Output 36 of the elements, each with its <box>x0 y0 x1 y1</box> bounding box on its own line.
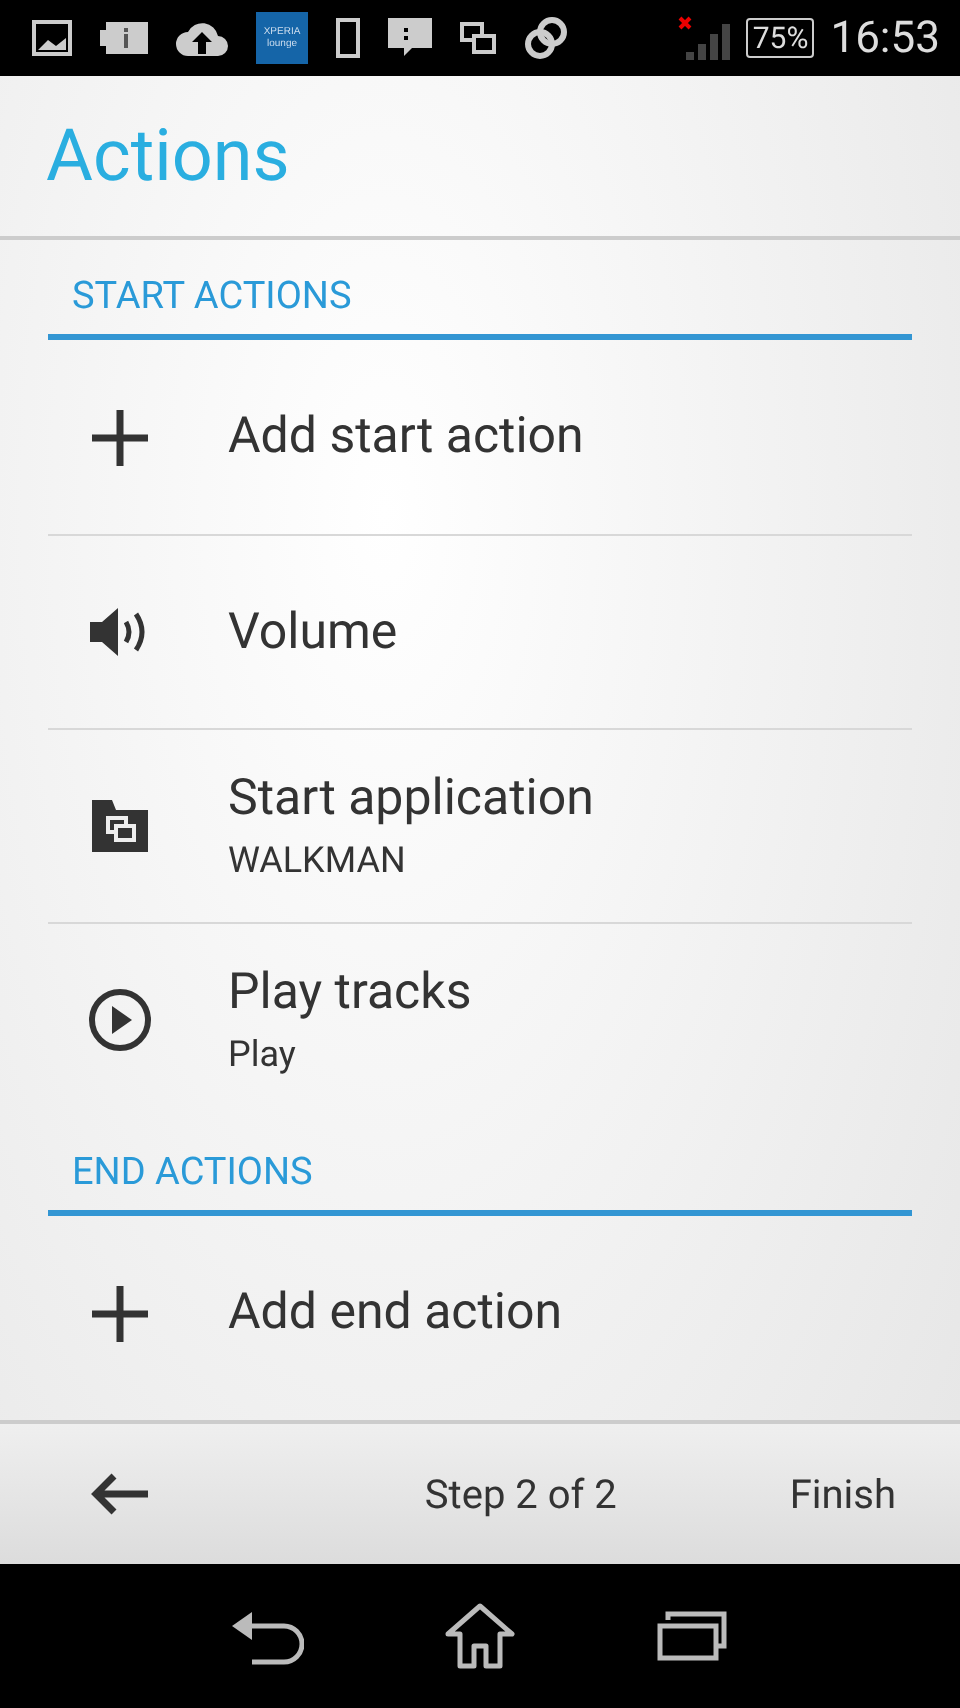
action-list-item[interactable]: Play tracks Play <box>48 924 912 1116</box>
no-signal-icon <box>678 16 735 60</box>
action-title: Start application <box>228 770 594 828</box>
section-header: END ACTIONS <box>72 1148 313 1198</box>
section-header: START ACTIONS <box>72 272 352 322</box>
home-button[interactable] <box>444 1602 516 1670</box>
action-list-item[interactable]: Add end action <box>48 1216 912 1410</box>
phone-icon <box>336 18 360 58</box>
step-indicator: Step 2 of 2 <box>422 1470 619 1518</box>
message-icon <box>388 18 432 58</box>
clock-time: 16:53 <box>830 13 940 63</box>
plus-icon <box>88 405 152 469</box>
info-battery-icon <box>100 22 148 54</box>
action-title: Play tracks <box>228 964 472 1022</box>
rings-icon <box>524 16 568 60</box>
action-list-item[interactable]: Volume <box>48 536 912 728</box>
action-title: Add end action <box>228 1284 563 1342</box>
finish-button[interactable]: Finish <box>789 1470 896 1518</box>
play-icon <box>88 988 152 1052</box>
app-window-icon <box>90 798 150 854</box>
back-button[interactable] <box>232 1606 304 1666</box>
screen-title: Actions <box>46 114 290 198</box>
action-subtitle: Play <box>228 1034 298 1076</box>
back-button[interactable] <box>88 1472 152 1516</box>
back-arrow-icon <box>88 1472 152 1516</box>
action-title: Volume <box>228 603 398 661</box>
action-title: Add start action <box>228 408 584 466</box>
action-subtitle: WALKMAN <box>228 840 408 882</box>
action-list-item[interactable]: Start application WALKMAN <box>48 730 912 922</box>
battery-indicator: 75% <box>746 18 815 58</box>
recent-apps-button[interactable] <box>656 1610 728 1662</box>
windows-icon <box>460 22 496 54</box>
plus-icon <box>88 1281 152 1345</box>
action-list-item[interactable]: Add start action <box>48 340 912 534</box>
image-icon <box>32 20 72 56</box>
cloud-upload-icon <box>176 20 228 56</box>
